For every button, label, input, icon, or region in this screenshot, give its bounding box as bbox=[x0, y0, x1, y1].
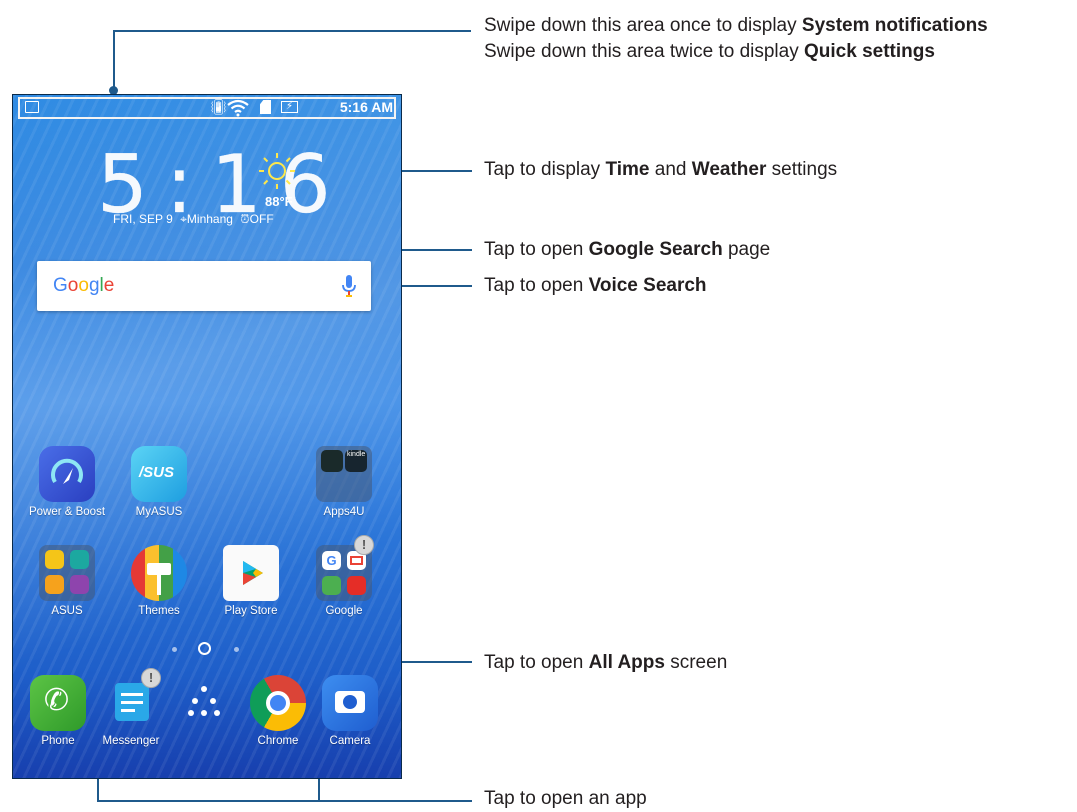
openapp-callout-hline bbox=[97, 800, 472, 802]
status-bar[interactable]: 📳︎ ⚡︎ 5:16 AM bbox=[13, 95, 401, 121]
location-icon: ⌖ bbox=[180, 212, 187, 226]
asus-folder-icon bbox=[39, 545, 95, 601]
app-label: Camera bbox=[329, 735, 371, 747]
google-folder-badge: ! bbox=[354, 535, 374, 555]
google-logo-letter: o bbox=[67, 275, 79, 296]
weather-mini-icon bbox=[45, 550, 64, 569]
alarm-text: OFF bbox=[249, 212, 274, 226]
app-apps4u[interactable]: kindle Apps4U bbox=[304, 446, 384, 518]
google-logo-letter: g bbox=[88, 275, 100, 296]
app-label: Google bbox=[325, 605, 363, 617]
clock-callout-text: Tap to display Time and Weather settings bbox=[484, 159, 838, 180]
app-label: Chrome bbox=[257, 735, 299, 747]
app-label: Themes bbox=[138, 605, 180, 617]
kindle-app-icon: kindle bbox=[345, 450, 367, 472]
app-power-boost[interactable]: Power & Boost bbox=[27, 446, 107, 518]
openapp-callout-text: Tap to open an app bbox=[484, 788, 647, 809]
voice-callout-text: Tap to open Voice Search bbox=[484, 275, 707, 296]
app-myasus[interactable]: /SUS MyASUS bbox=[119, 446, 199, 518]
vibrate-icon: 📳︎ bbox=[209, 99, 229, 116]
app-label: Play Store bbox=[224, 605, 278, 617]
themes-icon bbox=[131, 545, 187, 601]
all-apps-icon bbox=[188, 686, 220, 716]
app-asus-folder[interactable]: ASUS bbox=[27, 545, 107, 617]
kindle-text: kindle bbox=[347, 451, 366, 458]
google-logo-letter: o bbox=[78, 275, 89, 296]
app-label: Phone bbox=[41, 735, 75, 747]
dock-chrome[interactable]: Chrome bbox=[238, 675, 318, 747]
maps-mini-icon bbox=[322, 576, 341, 595]
phone-home-screen: 📳︎ ⚡︎ 5:16 AM 5:16 88°F FRI, SEP 9 ⌖Minh… bbox=[12, 94, 402, 779]
app-themes[interactable]: Themes bbox=[119, 545, 199, 617]
app-label: MyASUS bbox=[135, 506, 183, 518]
google-logo-text: Google bbox=[53, 275, 114, 296]
all-apps-button[interactable] bbox=[181, 683, 227, 723]
youtube-mini-icon bbox=[347, 576, 366, 595]
sun-weather-icon bbox=[259, 153, 295, 189]
app-label: Apps4U bbox=[323, 506, 365, 518]
date-location-alarm: FRI, SEP 9 ⌖Minhang ⏰︎OFF bbox=[113, 212, 274, 227]
google-logo-letter: e bbox=[103, 275, 115, 296]
google-logo: Google bbox=[53, 275, 114, 297]
paint-roller-icon bbox=[147, 563, 171, 575]
location-text: Minhang bbox=[186, 212, 233, 226]
app-label: ASUS bbox=[51, 605, 83, 617]
gallery-notification-icon bbox=[25, 101, 39, 113]
status-callout-vline bbox=[113, 30, 115, 90]
myasus-icon: /SUS bbox=[131, 446, 187, 502]
page-dot-left bbox=[172, 647, 177, 652]
status-time: 5:16 AM bbox=[339, 99, 393, 115]
movies-mini-icon bbox=[70, 575, 89, 594]
chrome-icon bbox=[250, 675, 306, 731]
dock-camera[interactable]: Camera bbox=[310, 675, 390, 747]
power-boost-icon bbox=[39, 446, 95, 502]
google-logo-letter: G bbox=[53, 275, 68, 296]
asus-logo-text: /SUS bbox=[139, 464, 175, 481]
app-label: Messenger bbox=[102, 735, 160, 747]
toucan-app-icon bbox=[321, 450, 343, 472]
temperature: 88°F bbox=[265, 194, 293, 209]
apps4u-folder-icon: kindle bbox=[316, 446, 372, 502]
page-indicator-home bbox=[198, 642, 211, 655]
microphone-icon[interactable] bbox=[341, 274, 357, 298]
app-label: Power & Boost bbox=[28, 506, 106, 518]
allapps-callout-text: Tap to open All Apps screen bbox=[484, 652, 728, 673]
contacts-mini-icon bbox=[70, 550, 89, 569]
app-google-folder[interactable]: G ! Google bbox=[304, 535, 384, 617]
page-dot-right bbox=[234, 647, 239, 652]
play-store-icon bbox=[223, 545, 279, 601]
phone-icon: ✆ bbox=[30, 675, 86, 731]
google-mini-icon: G bbox=[322, 551, 341, 570]
status-callout-hline bbox=[113, 30, 471, 32]
dock-messenger[interactable]: ! Messenger bbox=[91, 668, 171, 747]
status-callout-text: Swipe down this area once to display Sys… bbox=[484, 15, 988, 62]
files-mini-icon bbox=[45, 575, 64, 594]
wifi-icon bbox=[227, 99, 249, 117]
messenger-badge: ! bbox=[141, 668, 161, 688]
google-callout-text: Tap to open Google Search page bbox=[484, 239, 771, 260]
date-text: FRI, SEP 9 bbox=[113, 212, 173, 226]
alarm-icon: ⏰︎ bbox=[240, 212, 250, 226]
dock-phone[interactable]: ✆ Phone bbox=[18, 675, 98, 747]
app-play-store[interactable]: Play Store bbox=[211, 545, 291, 617]
battery-charging-icon: ⚡︎ bbox=[281, 101, 298, 113]
paint-roller-handle bbox=[157, 575, 161, 595]
google-search-bar[interactable]: Google bbox=[37, 261, 371, 311]
camera-icon bbox=[322, 675, 378, 731]
